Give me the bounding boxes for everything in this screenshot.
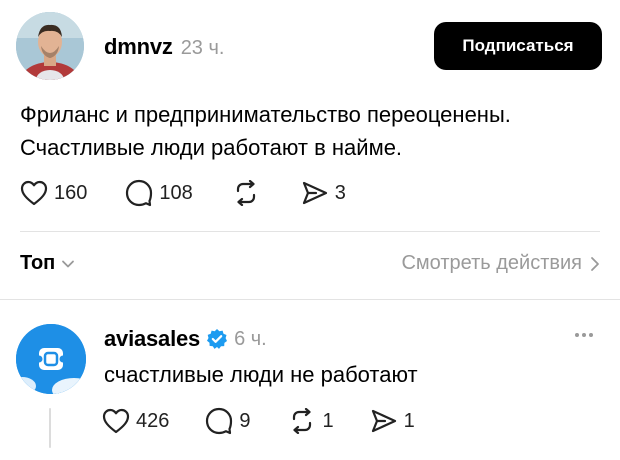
post-text-line: Счастливые люди работают в найме. <box>20 135 403 160</box>
sort-row: Топ Смотреть действия <box>20 252 600 275</box>
reply-comment-count: 9 <box>239 409 251 432</box>
more-dots-icon <box>575 333 579 337</box>
reply-like-button[interactable]: 426 <box>102 408 169 434</box>
reply-time: 6 ч. <box>234 327 267 350</box>
send-icon <box>302 181 327 205</box>
post-text-line: Фриланс и предпринимательство переоценен… <box>20 102 511 127</box>
heart-icon <box>102 408 130 434</box>
chevron-right-icon <box>591 256 599 271</box>
comment-button[interactable]: 108 <box>125 179 193 207</box>
repost-icon <box>292 408 311 434</box>
reply-like-count: 426 <box>136 409 170 432</box>
repost-icon <box>236 180 255 206</box>
view-activity-link[interactable]: Смотреть действия <box>401 252 600 275</box>
sort-label: Топ <box>20 252 56 274</box>
send-icon <box>371 409 396 433</box>
share-button[interactable]: 3 <box>301 180 346 206</box>
reply-actions: 426 9 1 1 <box>102 404 415 438</box>
reply-author[interactable]: aviasales <box>104 326 200 352</box>
divider <box>20 231 600 232</box>
post-time: 23 ч. <box>180 37 225 59</box>
like-count: 160 <box>54 181 88 204</box>
reply-header: aviasales 6 ч. <box>104 326 267 352</box>
reply-avatar[interactable] <box>16 324 86 394</box>
comment-count: 108 <box>159 181 193 204</box>
avatar-photo <box>16 12 84 80</box>
share-count: 3 <box>334 181 346 204</box>
like-button[interactable]: 160 <box>20 180 87 206</box>
more-options-button[interactable] <box>572 328 596 342</box>
reply-comment-button[interactable]: 9 <box>205 407 251 435</box>
post-header: dmnvz 23 ч. <box>104 34 224 60</box>
thread-page: dmnvz 23 ч. Подписаться Фриланс и предпр… <box>0 0 620 460</box>
reply-share-button[interactable]: 1 <box>370 408 415 434</box>
reply-repost-count: 1 <box>322 409 334 432</box>
reply-repost-button[interactable]: 1 <box>287 408 334 434</box>
post-text: Фриланс и предпринимательство переоценен… <box>20 98 610 164</box>
avatar[interactable] <box>16 12 84 80</box>
heart-icon <box>20 180 48 206</box>
verified-badge-icon <box>207 329 228 349</box>
comment-bubble-icon <box>206 407 233 435</box>
post-actions: 160 108 3 <box>20 176 346 210</box>
more-dots-icon <box>582 333 586 337</box>
divider <box>0 299 620 300</box>
comment-bubble-icon <box>126 179 153 207</box>
view-activity-label: Смотреть действия <box>401 252 582 274</box>
thread-line <box>49 408 51 448</box>
aviasales-logo-icon <box>16 324 86 394</box>
post-author[interactable]: dmnvz <box>104 34 173 60</box>
repost-button[interactable] <box>231 180 261 206</box>
more-dots-icon <box>589 333 593 337</box>
reply-share-count: 1 <box>403 409 415 432</box>
sort-dropdown[interactable]: Топ <box>20 252 75 275</box>
chevron-down-icon <box>62 260 75 267</box>
subscribe-button[interactable]: Подписаться <box>434 22 602 70</box>
reply-text: счастливые люди не работают <box>104 362 418 387</box>
